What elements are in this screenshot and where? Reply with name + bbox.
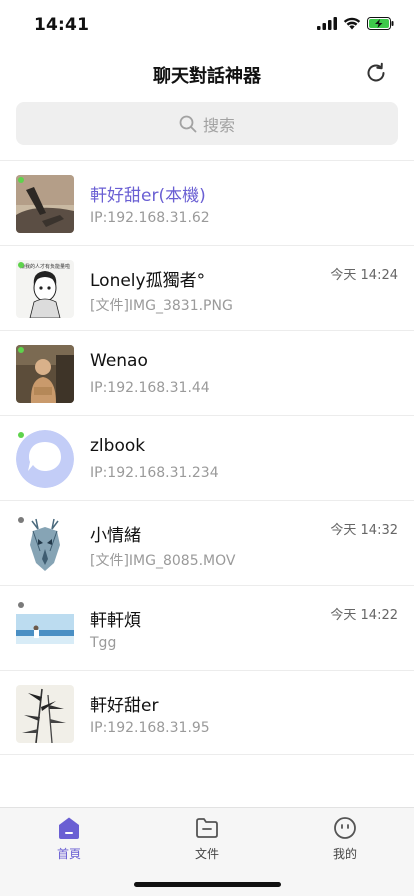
tab-home[interactable]: 首頁 [29,816,109,862]
status-bar: 14:41 [0,0,414,50]
contact-name: 軒好甜er(本機) [90,186,206,206]
contact-name: 小情緒 [90,526,141,546]
status-time: 14:41 [34,15,90,35]
home-icon [59,817,79,839]
contact-subtitle: [文件]IMG_3831.PNG [90,298,233,314]
online-status-dot [18,177,24,183]
conversation-row[interactable]: 軒好甜er(本機) IP:192.168.31.62 [0,160,414,245]
offline-status-dot [18,517,24,523]
contact-name: 軒軒煩 [90,611,141,631]
conversation-row[interactable]: 軒軒煩 Tgg 今天 14:22 [0,585,414,670]
conversation-row[interactable]: 嫌我的人才有负能量啦 Lonely孤獨者° [文件]IMG_3831.PNG 今… [0,245,414,330]
navigation-bar: 聊天對話神器 [0,50,414,98]
contact-subtitle: IP:192.168.31.95 [90,720,210,736]
online-status-dot [18,432,24,438]
folder-icon [196,818,218,838]
refresh-icon [367,62,385,82]
contact-subtitle: IP:192.168.31.44 [90,380,210,396]
search-placeholder: 搜索 [202,115,235,135]
tab-profile[interactable]: 我的 [305,816,385,862]
tab-label: 文件 [194,847,219,861]
message-time: 今天 14:24 [330,268,398,283]
conversation-row[interactable]: zlbook IP:192.168.31.234 [0,415,414,500]
avatar [16,515,74,573]
conversation-row[interactable]: Wenao IP:192.168.31.44 [0,330,414,415]
page-title: 聊天對話神器 [153,66,261,87]
online-status-dot [18,262,24,268]
conversation-list: 軒好甜er(本機) IP:192.168.31.62 嫌我的人才有负能量啦 Lo… [0,160,414,755]
avatar: 嫌我的人才有负能量啦 [16,260,74,318]
tab-label: 我的 [332,847,357,861]
avatar [16,430,74,488]
contact-name: Wenao [90,351,148,371]
contact-subtitle: Tgg [90,635,117,651]
contact-subtitle: IP:192.168.31.234 [90,465,219,481]
search-input[interactable]: 搜索 [16,102,398,145]
avatar-caption: 嫌我的人才有负能量啦 [20,263,70,270]
avatar [16,685,74,743]
tab-files[interactable]: 文件 [167,816,247,862]
avatar [16,175,74,233]
tab-label: 首頁 [56,847,81,861]
avatar [16,600,74,658]
message-time: 今天 14:22 [330,608,398,623]
conversation-row[interactable]: 軒好甜er IP:192.168.31.95 [0,670,414,755]
signal-icon [317,17,337,30]
home-indicator [134,882,281,887]
contact-name: zlbook [90,436,146,456]
status-icons [317,17,394,30]
search-icon [179,115,197,132]
wifi-icon [343,17,361,30]
avatar [16,345,74,403]
conversation-row[interactable]: 小情緒 [文件]IMG_8085.MOV 今天 14:32 [0,500,414,585]
contact-subtitle: IP:192.168.31.62 [90,210,210,226]
contact-subtitle: [文件]IMG_8085.MOV [90,553,236,569]
smiley-icon [334,817,356,839]
message-time: 今天 14:32 [330,523,398,538]
contact-name: Lonely孤獨者° [90,271,206,291]
offline-status-dot [18,602,24,608]
battery-charging-icon [367,17,394,30]
contact-name: 軒好甜er [90,696,159,716]
tab-bar: 首頁 文件 我的 [0,807,414,896]
refresh-button[interactable] [364,61,388,85]
online-status-dot [18,347,24,353]
